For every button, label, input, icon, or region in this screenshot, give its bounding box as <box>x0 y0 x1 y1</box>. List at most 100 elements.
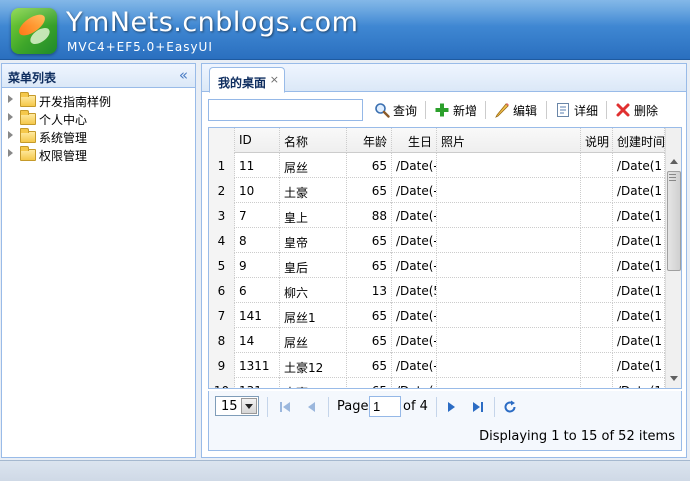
tree-item-permission-management[interactable]: 权限管理 <box>2 146 195 164</box>
column-header-note[interactable]: 说明 <box>581 128 613 153</box>
page-count: of 4 <box>403 399 428 414</box>
menu-panel-header: 菜单列表 « <box>2 64 195 88</box>
column-header-photo[interactable]: 照片 <box>437 128 581 153</box>
app-header: YmNets.cnblogs.com MVC4+EF5.0+EasyUI <box>0 0 690 60</box>
search-input[interactable] <box>208 99 363 121</box>
data-grid: ID 名称 年龄 生日 照片 说明 创建时间 1 11 屌丝 65 /Date(… <box>208 127 682 389</box>
prev-page-icon[interactable] <box>304 400 320 414</box>
pagination-info: Displaying 1 to 15 of 52 items <box>479 429 675 444</box>
table-row[interactable]: 9 1311 土豪12 65 /Date(- /Date(1 <box>209 353 665 378</box>
table-row[interactable]: 3 7 皇上 88 /Date(- /Date(1 <box>209 203 665 228</box>
column-header-created[interactable]: 创建时间 <box>613 128 665 153</box>
expand-arrow-icon[interactable] <box>8 113 13 121</box>
cell-name: 土豪1 <box>280 378 347 388</box>
folder-icon <box>20 128 36 143</box>
tab-strip: 我的桌面 × <box>202 64 686 93</box>
site-subtitle: MVC4+EF5.0+EasyUI <box>67 40 213 54</box>
cell-created: /Date(1 <box>613 253 665 278</box>
cell-name: 土豪 <box>280 178 347 203</box>
detail-icon <box>557 103 569 117</box>
table-row[interactable]: 6 6 柳六 13 /Date(5 /Date(1 <box>209 278 665 303</box>
toolbar-divider <box>546 101 547 119</box>
table-row[interactable]: 4 8 皇帝 65 /Date(- /Date(1 <box>209 228 665 253</box>
tree-item-system-management[interactable]: 系统管理 <box>2 128 195 146</box>
cell-age: 65 <box>347 378 392 388</box>
cell-note <box>581 228 613 253</box>
grid-header: ID 名称 年龄 生日 照片 说明 创建时间 <box>209 128 665 153</box>
cell-note <box>581 153 613 178</box>
cell-note <box>581 353 613 378</box>
delete-label: 删除 <box>634 104 659 118</box>
page-size-select[interactable]: 15 <box>215 396 259 416</box>
refresh-icon[interactable] <box>502 400 518 414</box>
toolbar-divider <box>485 101 486 119</box>
cell-photo <box>437 353 581 378</box>
query-label: 查询 <box>393 104 418 118</box>
cell-note <box>581 178 613 203</box>
tree-item-dev-guide[interactable]: 开发指南样例 <box>2 92 195 110</box>
cell-id: 14 <box>235 328 280 353</box>
scroll-up-icon[interactable] <box>666 154 681 170</box>
cell-created: /Date(1 <box>613 303 665 328</box>
first-page-icon[interactable] <box>277 400 293 414</box>
page-number-input[interactable] <box>369 396 401 417</box>
row-number: 4 <box>209 228 235 253</box>
cell-photo <box>437 278 581 303</box>
chevron-down-icon[interactable] <box>241 398 257 414</box>
table-row[interactable]: 8 14 屌丝 65 /Date(- /Date(1 <box>209 328 665 353</box>
table-row[interactable]: 10 131 土豪1 65 /Date(- /Date(1 <box>209 378 665 388</box>
cell-birthday: /Date(- <box>392 303 437 328</box>
column-header-age[interactable]: 年龄 <box>347 128 392 153</box>
cell-note <box>581 378 613 388</box>
cell-photo <box>437 178 581 203</box>
main-panel: 我的桌面 × 查询 新增 编辑 详细 删除 ID 名称 年龄 生日 照片 说明 … <box>201 63 687 458</box>
column-header-birthday[interactable]: 生日 <box>392 128 437 153</box>
scroll-thumb[interactable] <box>667 171 681 271</box>
cell-birthday: /Date(- <box>392 203 437 228</box>
row-number: 8 <box>209 328 235 353</box>
folder-icon <box>20 146 36 161</box>
pager-divider <box>494 397 495 417</box>
row-number-header <box>209 128 235 153</box>
tab-my-desktop[interactable]: 我的桌面 × <box>209 67 285 93</box>
close-icon[interactable]: × <box>270 73 279 86</box>
cell-birthday: /Date(- <box>392 153 437 178</box>
site-title: YmNets.cnblogs.com <box>66 7 359 38</box>
detail-label: 详细 <box>574 104 599 118</box>
table-row[interactable]: 5 9 皇后 65 /Date(- /Date(1 <box>209 253 665 278</box>
logo-icon <box>11 8 57 54</box>
tree-item-label: 权限管理 <box>39 149 88 163</box>
tree-item-label: 个人中心 <box>39 113 88 127</box>
row-number: 1 <box>209 153 235 178</box>
column-header-id[interactable]: ID <box>235 128 280 153</box>
cell-name: 皇后 <box>280 253 347 278</box>
status-bar <box>0 460 690 481</box>
expand-arrow-icon[interactable] <box>8 95 13 103</box>
tree-item-personal-center[interactable]: 个人中心 <box>2 110 195 128</box>
pager-divider <box>328 397 329 417</box>
column-header-name[interactable]: 名称 <box>280 128 347 153</box>
row-number: 10 <box>209 378 235 388</box>
page-label: Page <box>337 399 369 414</box>
collapse-icon[interactable]: « <box>179 66 188 84</box>
cell-id: 1311 <box>235 353 280 378</box>
table-row[interactable]: 2 10 土豪 65 /Date(- /Date(1 <box>209 178 665 203</box>
cell-age: 65 <box>347 303 392 328</box>
menu-tree: 开发指南样例 个人中心 系统管理 权限管理 <box>2 88 195 164</box>
expand-arrow-icon[interactable] <box>8 149 13 157</box>
vertical-scrollbar[interactable] <box>665 128 681 388</box>
cell-age: 65 <box>347 253 392 278</box>
edit-label: 编辑 <box>513 104 538 118</box>
grid-toolbar: 查询 新增 编辑 详细 删除 <box>208 98 682 122</box>
last-page-icon[interactable] <box>470 400 486 414</box>
table-row[interactable]: 7 141 屌丝1 65 /Date(- /Date(1 <box>209 303 665 328</box>
cell-created: /Date(1 <box>613 353 665 378</box>
scroll-down-icon[interactable] <box>666 370 681 386</box>
next-page-icon[interactable] <box>443 400 459 414</box>
cell-id: 8 <box>235 228 280 253</box>
edit-icon <box>495 103 509 118</box>
expand-arrow-icon[interactable] <box>8 131 13 139</box>
pagination-bar: 15 Page of 4 Displaying 1 to 15 of 52 it… <box>208 391 682 451</box>
table-row[interactable]: 1 11 屌丝 65 /Date(- /Date(1 <box>209 153 665 178</box>
cell-birthday: /Date(- <box>392 228 437 253</box>
